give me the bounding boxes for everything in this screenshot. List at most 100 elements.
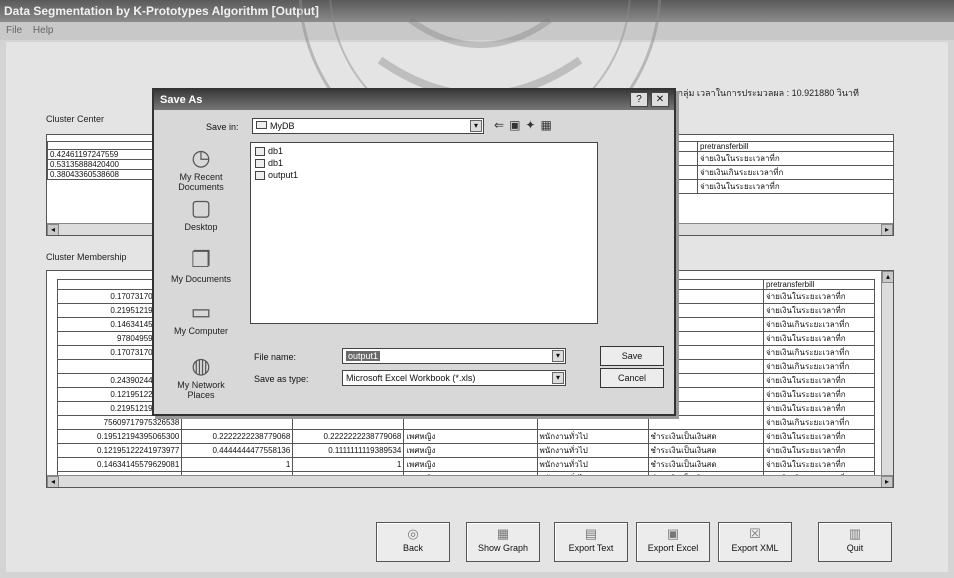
show-graph-button-label: Show Graph [477,543,529,553]
save-as-type-value: Microsoft Excel Workbook (*.xls) [346,373,476,383]
table-cell [647,415,764,430]
scroll-right-icon[interactable]: ▸ [881,476,893,487]
table-cell: จ่ายเงินในระยะเวลาที่ก [762,331,876,346]
my-documents-icon: ❐ [191,247,211,272]
file-item[interactable]: db1 [255,157,593,169]
scroll-right-icon[interactable]: ▸ [881,224,893,235]
file-item[interactable]: db1 [255,145,593,157]
table-cell [403,415,538,430]
back-button[interactable]: ◎ Back [376,522,450,562]
table-row: 0.53135888420400 [47,159,157,170]
back-arrow-icon[interactable]: ⇐ [494,118,509,132]
table-cell: จ่ายเงินในระยะเวลาที่ก [762,401,876,416]
up-folder-icon[interactable]: ▣ [509,118,525,132]
table-cell: จ่ายเงินในระยะเวลาที่ก [762,289,876,304]
file-icon [255,171,265,181]
table-row[interactable]: 0.19512194395065300 0.2222222238779068 0.2… [56,429,876,444]
table-row: 0.42461197247559 [47,149,157,160]
table-cell: พนักงานทั่วไป [536,429,649,444]
table-cell: พนักงานทั่วไป [536,443,649,458]
table-cell: ชำระเงินเป็นเงินสด [647,443,764,458]
quit-icon: ▥ [848,526,862,541]
table-cell: ชำระเงินเป็นเงินสด [647,457,764,472]
file-icon [255,159,265,169]
export-excel-button[interactable]: ▣ Export Excel [636,522,710,562]
chevron-down-icon[interactable]: ▾ [470,120,482,132]
place-recent-documents[interactable]: ◷ My Recent Documents [166,144,236,192]
place-my-computer[interactable]: ▭ My Computer [166,298,236,336]
place-label: My Recent Documents [178,172,224,192]
graph-icon: ▦ [496,526,510,541]
cancel-button[interactable]: Cancel [600,368,664,388]
place-my-network-places[interactable]: ◍ My Network Places [166,352,236,400]
table-cell: จ่ายเงินในระยะเวลาที่ก [762,443,876,458]
dialog-toolbar: ⇐▣✦▦ [494,118,557,132]
table-cell: จ่ายเงินในระยะเวลาที่ก [762,429,876,444]
help-icon[interactable]: ? [630,92,648,107]
quit-button-label: Quit [846,543,864,553]
menu-bar: File Help [0,22,954,40]
dialog-title: Save As [160,94,203,106]
place-label: My Computer [173,326,228,336]
scroll-left-icon[interactable]: ◂ [47,224,59,235]
close-icon[interactable]: ✕ [651,92,669,107]
table-cell [536,415,649,430]
export-text-button[interactable]: ▤ Export Text [554,522,628,562]
place-my-documents[interactable]: ❐ My Documents [166,246,236,284]
membership-hscrollbar[interactable]: ◂ ▸ [47,475,893,487]
table-cell: 0.2222222238779068 [181,429,294,444]
file-name: db1 [268,158,284,168]
table-cell: 0.1111111119389534 [292,443,405,458]
table-cell: เพศหญิง [403,443,538,458]
chevron-down-icon[interactable]: ▾ [552,372,564,384]
export-xml-button[interactable]: ☒ Export XML [718,522,792,562]
file-item[interactable]: output1 [255,169,593,181]
file-name-label: File name: [254,352,297,362]
table-cell: จ่ายเงินเกินระยะเวลาที่ก [762,359,876,374]
menu-help[interactable]: Help [33,25,54,36]
views-menu-icon[interactable]: ▦ [540,118,556,132]
table-row[interactable]: 0.12195122241973977 0.4444444477558136 0.1… [56,443,876,458]
save-as-type-select[interactable]: Microsoft Excel Workbook (*.xls) ▾ [342,370,566,386]
dialog-title-bar[interactable]: Save As [154,90,674,110]
table-cell: 0.19512194395065300 [56,429,183,444]
place-desktop[interactable]: ▢ Desktop [166,194,236,232]
table-cell [292,415,405,430]
scroll-left-icon[interactable]: ◂ [47,476,59,487]
desktop-icon: ▢ [190,195,212,220]
file-name: output1 [268,170,299,180]
processing-status: 3 กลุ่ม เวลาในการประมวลผล : 10.921880 วิ… [670,88,859,98]
save-in-dropdown[interactable]: MyDB ▾ [252,118,484,134]
back-icon: ◎ [407,526,419,541]
table-cell: จ่ายเงินในระยะเวลาที่ก [762,373,876,388]
table-row[interactable]: 75609717975326538 จ่ายเงินเกินระยะเวลาที่… [56,415,876,430]
window-title: Data Segmentation by K-Prototypes Algori… [4,4,319,18]
show-graph-button[interactable]: ▦ Show Graph [466,522,540,562]
table-cell: พนักงานทั่วไป [536,457,649,472]
window-title-bar[interactable]: Data Segmentation by K-Prototypes Algori… [0,0,954,22]
file-list[interactable]: db1 db1 output1 [250,142,598,324]
excel-icon: ▣ [666,526,680,541]
cluster-center-label: Cluster Center [46,114,105,124]
file-name: db1 [268,146,284,156]
table-cell: 0.12195122241973977 [56,443,183,458]
folder-icon [256,121,267,129]
table-row[interactable]: 0.14634145579629081 1 1 เพศหญิง พนักงานทั่วไ… [56,457,876,472]
table-cell: 0.2222222238779068 [292,429,405,444]
table-cell: 1 [181,457,294,472]
quit-button[interactable]: ▥ Quit [818,522,892,562]
chevron-down-icon[interactable]: ▾ [552,350,564,362]
table-cell: เพศหญิง [403,429,538,444]
new-folder-icon[interactable]: ✦ [525,118,540,132]
table-cell: จ่ายเงินในระยะเวลาที่ก [762,387,876,402]
membership-vscrollbar[interactable]: ▴ [881,271,893,475]
menu-file[interactable]: File [6,25,22,36]
table-cell: จ่ายเงินในระยะเวลาที่ก [762,303,876,318]
file-list-items: db1 db1 output1 [251,143,597,183]
save-button[interactable]: Save [600,346,664,366]
file-name-input[interactable]: output1 ▾ [342,348,566,364]
table-cell: 0.14634145579629081 [56,457,183,472]
export-excel-button-label: Export Excel [647,543,699,553]
save-as-type-label: Save as type: [254,374,309,384]
scroll-up-icon[interactable]: ▴ [882,271,893,283]
